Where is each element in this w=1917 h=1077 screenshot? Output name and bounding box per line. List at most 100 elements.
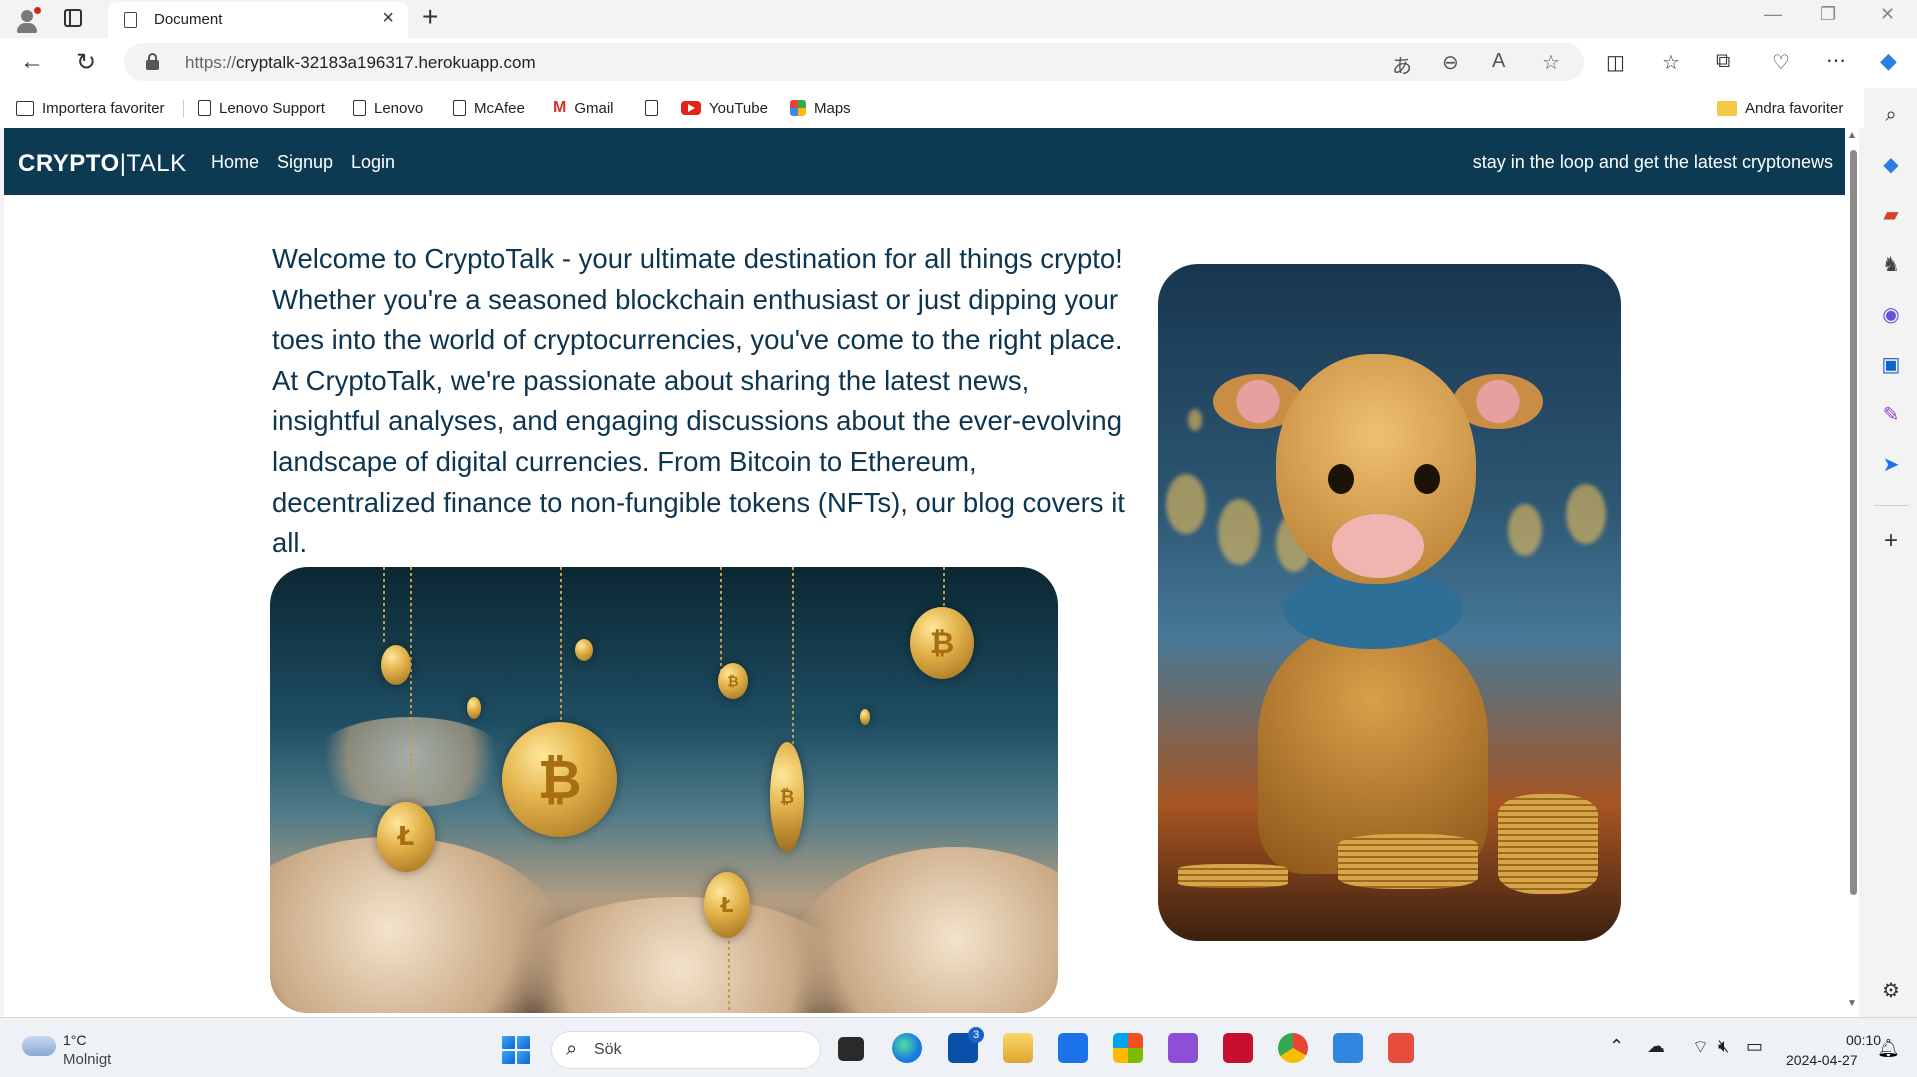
split-screen-icon[interactable]: ◫ <box>1606 50 1625 75</box>
calf-eye <box>1328 464 1354 494</box>
folder-icon <box>1717 100 1737 116</box>
close-tab-icon[interactable]: × <box>382 7 394 30</box>
settings-icon[interactable]: ⚙ <box>1880 980 1902 1002</box>
bitcoin-coin-icon: ₿ <box>910 607 974 679</box>
weather-temperature[interactable]: 1°C <box>63 1032 87 1048</box>
fav-youtube[interactable]: YouTube <box>681 98 768 118</box>
designer-icon[interactable]: ✎ <box>1880 404 1902 426</box>
clock-date[interactable]: 2024-04-27 <box>1786 1052 1858 1068</box>
tab-document[interactable]: Document × <box>108 2 408 38</box>
translate-icon[interactable]: あ <box>1392 50 1412 79</box>
page-icon <box>353 100 366 116</box>
windows-start-icon[interactable] <box>502 1036 530 1064</box>
page-viewport: CRYPTO|TALK Home Signup Login stay in th… <box>4 128 1845 1017</box>
restore-icon[interactable]: ❐ <box>1820 4 1836 25</box>
read-aloud-icon[interactable]: A <box>1492 50 1505 73</box>
coin-stack <box>1498 794 1598 894</box>
tab-strip: Document × + — ❐ ✕ <box>0 0 1917 38</box>
chevron-up-icon[interactable]: ⌃ <box>1609 1036 1624 1057</box>
site-tagline: stay in the loop and get the latest cryp… <box>1472 152 1833 172</box>
minimize-icon[interactable]: — <box>1764 4 1782 25</box>
close-window-icon[interactable]: ✕ <box>1880 4 1895 25</box>
url-text[interactable]: https://cryptalk-32183a196317.herokuapp.… <box>185 53 536 73</box>
scroll-down-icon[interactable]: ▼ <box>1847 998 1857 1009</box>
fav-untitled[interactable] <box>645 98 666 118</box>
site-logo[interactable]: CRYPTO|TALK <box>18 150 187 178</box>
store-icon[interactable] <box>1113 1033 1143 1063</box>
divider <box>1874 505 1908 506</box>
site-navbar: CRYPTO|TALK Home Signup Login stay in th… <box>4 128 1845 195</box>
microsoft365-icon[interactable]: ◉ <box>1880 304 1902 326</box>
task-view-icon[interactable] <box>838 1037 864 1061</box>
outlook-icon[interactable]: ▣ <box>1880 354 1902 376</box>
visual-studio-icon[interactable] <box>1168 1033 1198 1063</box>
address-bar[interactable]: https://cryptalk-32183a196317.herokuapp.… <box>124 43 1584 81</box>
taskbar-search[interactable]: ⌕ Sök <box>551 1031 821 1069</box>
coin-icon <box>381 645 411 685</box>
fav-gmail[interactable]: M Gmail <box>553 98 614 118</box>
nav-login-link[interactable]: Login <box>351 152 395 173</box>
tools-icon[interactable]: ▰ <box>1880 204 1902 226</box>
search-icon[interactable]: ⌕ <box>1880 104 1902 126</box>
profile-icon[interactable] <box>12 4 42 34</box>
back-icon[interactable]: ← <box>20 48 44 76</box>
games-icon[interactable]: ♞ <box>1880 254 1902 276</box>
onedrive-icon[interactable]: ☁ <box>1647 1036 1665 1057</box>
notification-badge: 3 <box>968 1027 984 1043</box>
cloud-icon[interactable] <box>22 1036 56 1056</box>
golden-calf-image <box>1158 264 1621 941</box>
favorites-icon[interactable]: ☆ <box>1662 50 1680 75</box>
coin-icon: ₿ <box>770 742 804 852</box>
clock-time[interactable]: 00:10 <box>1846 1032 1881 1048</box>
add-icon[interactable]: + <box>1880 529 1902 553</box>
nav-signup-link[interactable]: Signup <box>277 152 333 173</box>
calf-eye <box>1414 464 1440 494</box>
favorite-star-icon[interactable]: ☆ <box>1542 50 1560 75</box>
weather-condition[interactable]: Molnigt <box>63 1051 111 1068</box>
notification-bell-icon[interactable]: 🔔︎ <box>1877 1038 1900 1059</box>
scroll-thumb[interactable] <box>1850 150 1857 895</box>
edge-icon[interactable] <box>892 1033 922 1063</box>
page-icon <box>453 100 466 116</box>
refresh-icon[interactable]: ↻ <box>76 48 96 77</box>
notepad-icon[interactable] <box>1333 1033 1363 1063</box>
calf-nose <box>1332 514 1424 578</box>
new-tab-icon[interactable]: + <box>422 1 438 33</box>
fav-mcafee[interactable]: McAfee <box>453 98 525 118</box>
fav-lenovo-support[interactable]: Lenovo Support <box>198 98 325 118</box>
fav-other-favorites[interactable]: Andra favoriter <box>1717 98 1843 118</box>
coin-icon <box>860 709 870 725</box>
more-options-icon[interactable]: ⋯ <box>1826 48 1846 73</box>
shopping-icon[interactable]: ◆ <box>1880 154 1902 176</box>
collections-icon[interactable]: ⧉ <box>1716 50 1730 73</box>
browser-essentials-icon[interactable]: ♡ <box>1772 50 1790 75</box>
send-icon[interactable]: ➤ <box>1880 454 1902 476</box>
zoom-out-icon[interactable]: ⊖ <box>1442 50 1459 75</box>
page-scrollbar[interactable]: ▲ ▼ <box>1845 128 1859 1017</box>
lock-icon[interactable] <box>146 53 159 70</box>
fav-lenovo[interactable]: Lenovo <box>353 98 423 118</box>
tab-actions-icon[interactable] <box>64 9 82 27</box>
tab-title: Document <box>154 11 223 28</box>
chrome-icon[interactable] <box>1278 1033 1308 1063</box>
fav-maps[interactable]: Maps <box>790 98 851 118</box>
volume-muted-icon[interactable]: 🔇︎ <box>1718 1036 1729 1057</box>
import-icon <box>16 100 34 116</box>
file-explorer-icon[interactable] <box>1003 1033 1033 1063</box>
nav-home-link[interactable]: Home <box>211 152 259 173</box>
coin-icon <box>467 697 481 719</box>
wifi-icon[interactable]: ⌔ <box>1692 1036 1709 1059</box>
snipping-tool-icon[interactable] <box>1388 1033 1414 1063</box>
mcafee-icon[interactable] <box>1223 1033 1253 1063</box>
intro-paragraph: Welcome to CryptoTalk - your ultimate de… <box>272 243 1125 559</box>
edge-sidebar: ⌕ ◆ ▰ ♞ ◉ ▣ ✎ ➤ + ⚙ <box>1864 88 1917 1017</box>
mail-icon[interactable] <box>1058 1033 1088 1063</box>
coin-stack <box>1338 834 1478 889</box>
taskbar: 1°C Molnigt ⌕ Sök 3 ⌃ ☁ ⌔ 🔇︎ ▭ 00:10 202… <box>0 1017 1917 1077</box>
battery-icon[interactable]: ▭ <box>1746 1036 1763 1057</box>
fav-import[interactable]: Importera favoriter <box>16 98 165 118</box>
copilot-icon[interactable]: ◆ <box>1880 48 1897 74</box>
youtube-icon <box>681 101 701 115</box>
lenovo-icon[interactable]: 3 <box>948 1027 984 1063</box>
scroll-up-icon[interactable]: ▲ <box>1847 130 1857 141</box>
